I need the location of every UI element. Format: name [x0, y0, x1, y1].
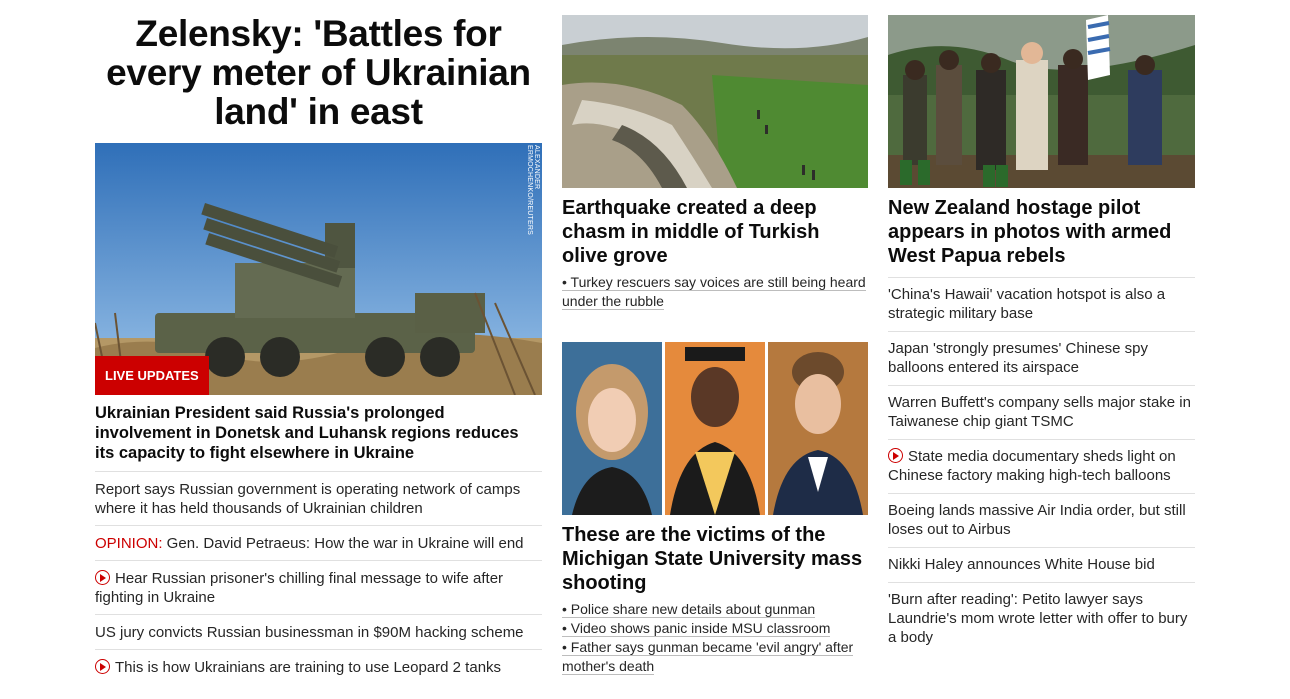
play-icon: [95, 659, 110, 674]
photo-credit: ALEXANDER ERMOCHENKO/REUTERS: [526, 145, 540, 235]
lead-headline[interactable]: Zelensky: 'Battles for every meter of Uk…: [95, 14, 542, 131]
right-column: New Zealand hostage pilot appears in pho…: [888, 0, 1195, 655]
headline-link[interactable]: Boeing lands massive Air India order, bu…: [888, 494, 1195, 548]
bullet-link[interactable]: • Father says gunman became 'evil angry'…: [562, 638, 868, 676]
msu-story-title[interactable]: These are the victims of the Michigan St…: [562, 523, 868, 595]
victim-photo-1: [562, 342, 662, 515]
middle-column: Earthquake created a deep chasm in middl…: [562, 0, 868, 676]
headline-link[interactable]: 'Burn after reading': Petito lawyer says…: [888, 583, 1195, 655]
bullet-link[interactable]: • Video shows panic inside MSU classroom: [562, 619, 868, 638]
lead-related-links: Report says Russian government is operat…: [95, 472, 542, 684]
rebels-group-photo: [888, 15, 1195, 188]
play-icon: [888, 448, 903, 463]
west-papua-image[interactable]: [888, 15, 1195, 188]
msu-victims-image[interactable]: [562, 342, 868, 515]
headline-link[interactable]: Warren Buffett's company sells major sta…: [888, 386, 1195, 440]
lead-summary[interactable]: Ukrainian President said Russia's prolon…: [95, 403, 542, 472]
msu-bullets: • Police share new details about gunman …: [562, 600, 868, 676]
headline-link[interactable]: 'China's Hawaii' vacation hotspot is als…: [888, 278, 1195, 332]
earthquake-chasm-image[interactable]: [562, 15, 868, 188]
right-headline-list: 'China's Hawaii' vacation hotspot is als…: [888, 277, 1195, 655]
related-link[interactable]: US jury convicts Russian businessman in …: [95, 615, 542, 650]
related-link[interactable]: Report says Russian government is operat…: [95, 472, 542, 526]
olive-grove-chasm-photo: [562, 15, 868, 188]
headline-link[interactable]: Japan 'strongly presumes' Chinese spy ba…: [888, 332, 1195, 386]
live-updates-badge[interactable]: LIVE UPDATES: [95, 356, 209, 395]
related-link[interactable]: OPINION: Gen. David Petraeus: How the wa…: [95, 526, 542, 561]
victim-photo-2: [665, 342, 765, 515]
lead-image[interactable]: ALEXANDER ERMOCHENKO/REUTERS LIVE UPDATE…: [95, 143, 542, 395]
opinion-label: OPINION:: [95, 535, 163, 552]
bullet-link[interactable]: • Turkey rescuers say voices are still b…: [562, 273, 868, 311]
victim-photo-3: [768, 342, 868, 515]
earthquake-story-title[interactable]: Earthquake created a deep chasm in middl…: [562, 196, 868, 268]
headline-link[interactable]: Nikki Haley announces White House bid: [888, 548, 1195, 583]
lead-story: Zelensky: 'Battles for every meter of Uk…: [95, 0, 542, 684]
earthquake-bullets: • Turkey rescuers say voices are still b…: [562, 273, 868, 311]
west-papua-title[interactable]: New Zealand hostage pilot appears in pho…: [888, 196, 1195, 268]
headline-link[interactable]: State media documentary sheds light on C…: [888, 440, 1195, 494]
play-icon: [95, 570, 110, 585]
bullet-link[interactable]: • Police share new details about gunman: [562, 600, 868, 619]
related-link[interactable]: Hear Russian prisoner's chilling final m…: [95, 561, 542, 615]
related-link[interactable]: This is how Ukrainians are training to u…: [95, 650, 542, 684]
